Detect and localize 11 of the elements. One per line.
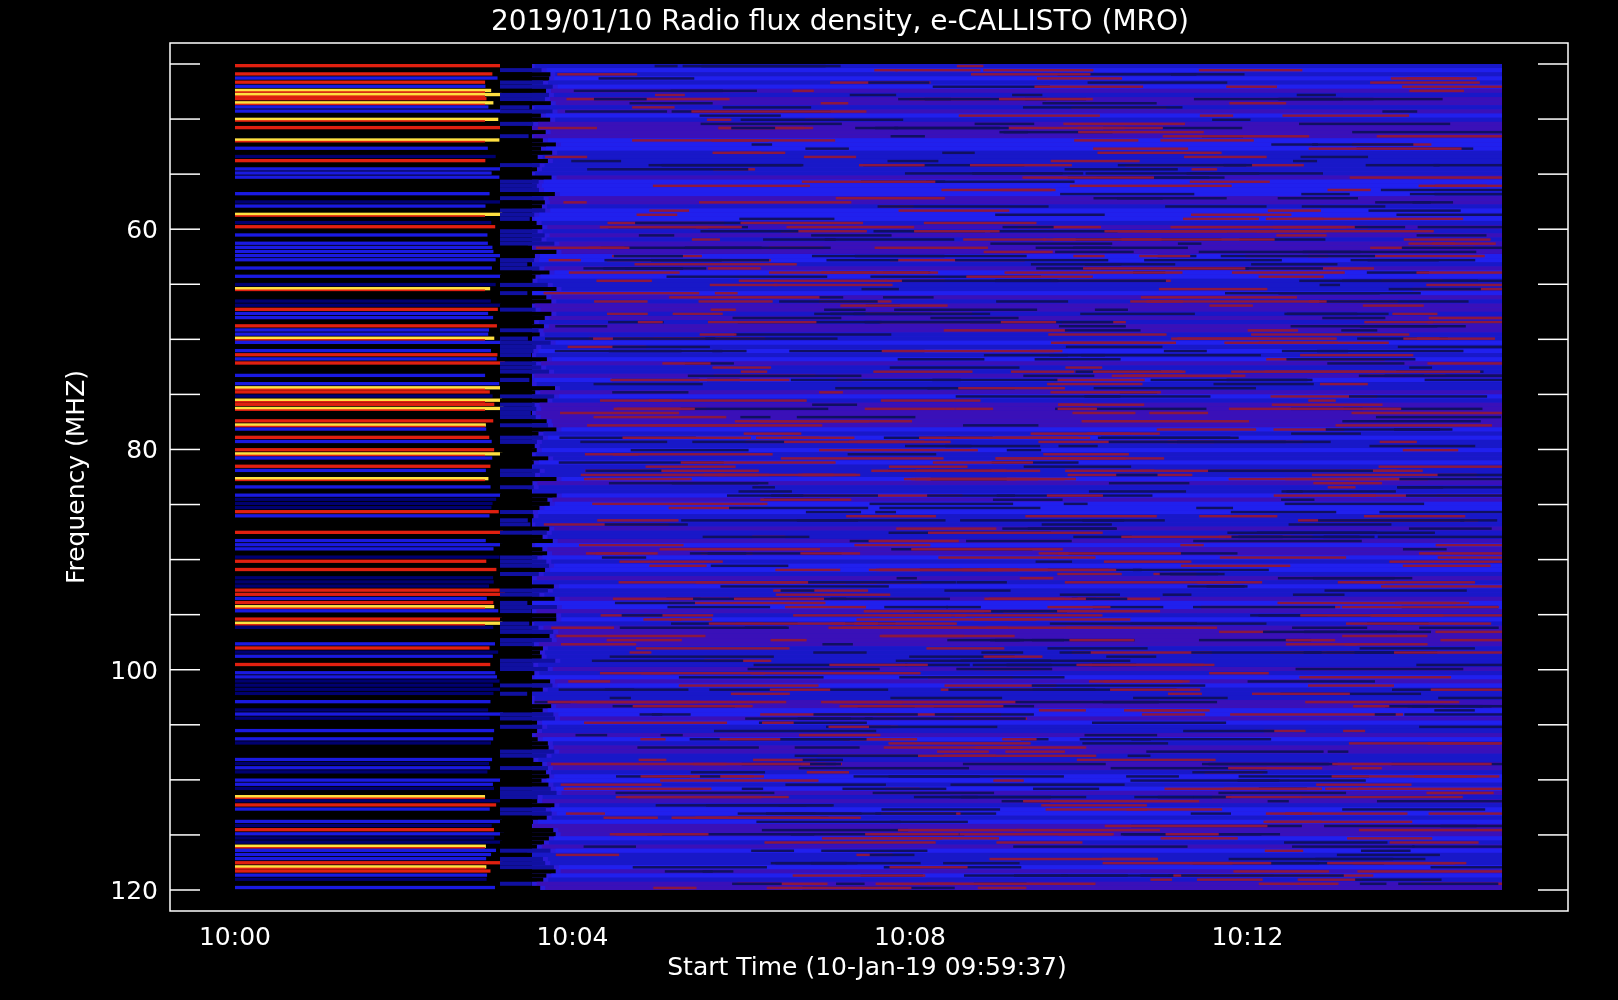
y-axis-label: Frequency (MHZ) bbox=[61, 369, 90, 585]
y-tick-label: 120 bbox=[110, 876, 158, 905]
plot-title: 2019/01/10 Radio flux density, e-CALLISTO (MRO) bbox=[491, 4, 1189, 37]
x-tick-label: 10:00 bbox=[199, 922, 271, 951]
x-tick-label: 10:12 bbox=[1211, 922, 1284, 951]
y-tick-label: 100 bbox=[110, 655, 158, 685]
y-tick-label: 80 bbox=[126, 435, 158, 465]
y-tick-label: 60 bbox=[126, 215, 158, 245]
x-axis-label: Start Time (10-Jan-19 09:59:37) bbox=[667, 952, 1067, 981]
x-tick-label: 10:08 bbox=[874, 922, 946, 951]
x-tick-label: 10:04 bbox=[536, 922, 609, 951]
